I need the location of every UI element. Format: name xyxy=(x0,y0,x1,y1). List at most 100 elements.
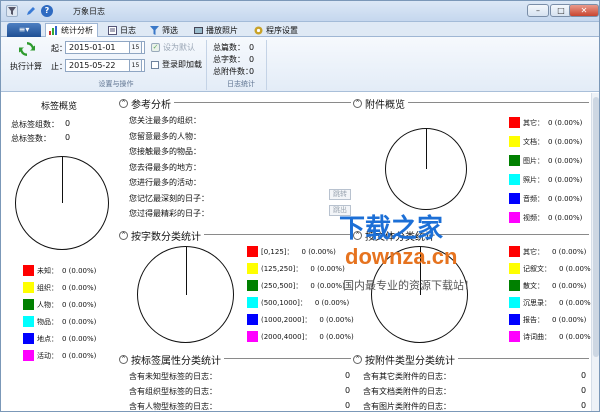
filter-icon xyxy=(150,25,159,35)
legend-label: 视频： xyxy=(523,213,544,222)
log-icon xyxy=(108,25,117,35)
attach-type-title: 按附件类型分类统计 xyxy=(365,356,455,367)
reference-row-label: 您留意最多的人物： xyxy=(129,131,201,141)
reference-row-label: 您接触最多的物品： xyxy=(129,147,201,156)
minimize-button[interactable]: – xyxy=(527,4,549,17)
watermark-line1: 下载之家 xyxy=(339,214,444,244)
color-swatch xyxy=(23,265,34,276)
legend-value: 0 (0.00%) xyxy=(62,266,97,275)
legend-label: 活动： xyxy=(37,351,58,360)
color-swatch xyxy=(23,282,34,293)
color-swatch xyxy=(509,155,520,166)
watermark-line2: downza.cn xyxy=(345,244,458,269)
color-swatch xyxy=(509,174,520,185)
watermark-line3: 国内最专业的资源下载站！ xyxy=(343,279,475,292)
color-swatch xyxy=(247,280,258,291)
app-menu-button[interactable]: ≡▾ xyxy=(7,23,41,37)
legend-item: 其它： 0 (0.00%) xyxy=(509,117,582,128)
stat-row-label: 含有图片类附件的日志： xyxy=(363,402,451,411)
checkbox-box[interactable] xyxy=(151,60,159,69)
tab-slideshow[interactable]: 播放照片 xyxy=(191,23,242,37)
stat-value-attachments: 0 xyxy=(249,67,255,76)
reference-row-label: 您过得最精彩的日子： xyxy=(129,209,209,218)
legend-item: 组织： 0 (0.00%) xyxy=(23,282,96,293)
tab-settings[interactable]: 程序设置 xyxy=(251,23,302,37)
tab-statistics[interactable]: 统计分析 xyxy=(45,23,98,37)
legend-item: 物品： 0 (0.00%) xyxy=(23,316,96,327)
stat-row-value: 0 xyxy=(345,386,351,395)
watermark: 下载之家 downza.cn 国内最专业的资源下载站！ xyxy=(329,208,509,303)
collapse-icon[interactable]: ⌃ xyxy=(353,355,362,364)
legend-label: 音频： xyxy=(523,194,544,203)
scrollbar-thumb[interactable] xyxy=(593,97,599,357)
legend-item: 活动： 0 (0.00%) xyxy=(23,350,96,361)
exec-label: 执行计算 xyxy=(10,62,42,71)
tag-pie-chart xyxy=(15,156,109,250)
close-button[interactable]: ✕ xyxy=(569,4,599,17)
chart-icon xyxy=(49,26,58,35)
vertical-scrollbar[interactable] xyxy=(591,93,599,411)
tab-log[interactable]: 日志 xyxy=(105,23,140,37)
attachment-header[interactable]: ⌃ 附件概览 xyxy=(353,96,408,111)
legend-label: (500,1000]： xyxy=(261,298,307,307)
collapse-icon[interactable]: ⌃ xyxy=(119,99,128,108)
legend-value: 0 (0.00%) xyxy=(548,137,583,146)
legend-label: 其它： xyxy=(523,247,544,256)
slideshow-icon xyxy=(194,26,203,35)
legend-value: 0 (0.00%) xyxy=(552,315,587,324)
reference-row-label: 您记忆最深刻的日子： xyxy=(129,193,209,203)
reference-row-label: 您去得最多的地方： xyxy=(129,162,201,172)
legend-label: 沉思录： xyxy=(523,298,551,307)
settings-icon xyxy=(254,26,263,35)
help-icon[interactable]: ? xyxy=(41,5,53,17)
set-default-button[interactable]: ✓ 设为默认 xyxy=(151,41,195,54)
collapse-icon[interactable]: ⌃ xyxy=(119,355,128,364)
calendar-icon[interactable]: 15 xyxy=(129,59,142,72)
ribbon-panel: 执行计算 起： 2015-01-01 15 止： 2015-05-22 15 ✓… xyxy=(1,37,599,92)
color-swatch xyxy=(509,297,520,308)
legend-item: 视频： 0 (0.00%) xyxy=(509,212,582,223)
legend-value: 0 (0.00%) xyxy=(552,281,587,290)
wordcount-header[interactable]: ⌃ 按字数分类统计 xyxy=(119,228,204,243)
legend-item: 文档： 0 (0.00%) xyxy=(509,136,582,147)
tab-filter[interactable]: 筛选 xyxy=(147,23,182,37)
legend-value: 0 (0.00%) xyxy=(548,213,583,222)
pie-radius xyxy=(185,247,187,295)
filter-icon[interactable] xyxy=(6,5,18,17)
total-tags-value: 0 xyxy=(65,133,71,142)
edit-icon[interactable] xyxy=(25,5,37,17)
wordcount-title: 按字数分类统计 xyxy=(131,232,201,243)
stat-row-label: 含有未知型标签的日志： xyxy=(129,372,217,381)
reference-title: 参考分析 xyxy=(131,100,171,111)
collapse-icon[interactable]: ⌃ xyxy=(119,231,128,240)
login-load-checkbox[interactable]: 登录即加载 xyxy=(151,59,202,70)
legend-label: (2000,4000]： xyxy=(261,332,312,341)
jump-button[interactable]: 跳转 xyxy=(329,189,351,200)
stat-value-posts: 0 xyxy=(249,43,255,52)
stat-value-words: 0 xyxy=(249,55,255,64)
legend-value: 0 (0.00%) xyxy=(319,332,354,341)
legend-item: 报告： 0 (0.00%) xyxy=(509,314,586,325)
reference-header[interactable]: ⌃ 参考分析 xyxy=(119,96,174,111)
attach-type-header[interactable]: ⌃ 按附件类型分类统计 xyxy=(353,352,458,367)
legend-value: 0 (0.00%) xyxy=(559,298,594,307)
reference-row-label: 您关注最多的组织： xyxy=(129,116,201,125)
attachment-pie-chart xyxy=(385,128,467,210)
stat-row-label: 含有人物型标签的日志： xyxy=(129,402,217,411)
tag-attr-header[interactable]: ⌃ 按标签属性分类统计 xyxy=(119,352,224,367)
tab-label: 程序设置 xyxy=(266,25,298,35)
calendar-icon[interactable]: 15 xyxy=(129,41,142,54)
stat-row-value: 0 xyxy=(581,386,587,395)
pie-radius xyxy=(426,129,427,169)
legend-item: (1000,2000]： 0 (0.00%) xyxy=(247,314,354,325)
collapse-icon[interactable]: ⌃ xyxy=(353,99,362,108)
legend-item: 散文： 0 (0.00%) xyxy=(509,280,586,291)
legend-label: 未知： xyxy=(37,266,58,275)
legend-label: 物品： xyxy=(37,317,58,326)
legend-value: 0 (0.00%) xyxy=(559,264,594,273)
legend-value: 0 (0.00%) xyxy=(62,283,97,292)
tab-label: 播放照片 xyxy=(206,25,238,35)
check-icon: ✓ xyxy=(151,43,160,52)
legend-item: 地点： 0 (0.00%) xyxy=(23,333,96,344)
login-load-label: 登录即加载 xyxy=(162,60,202,69)
